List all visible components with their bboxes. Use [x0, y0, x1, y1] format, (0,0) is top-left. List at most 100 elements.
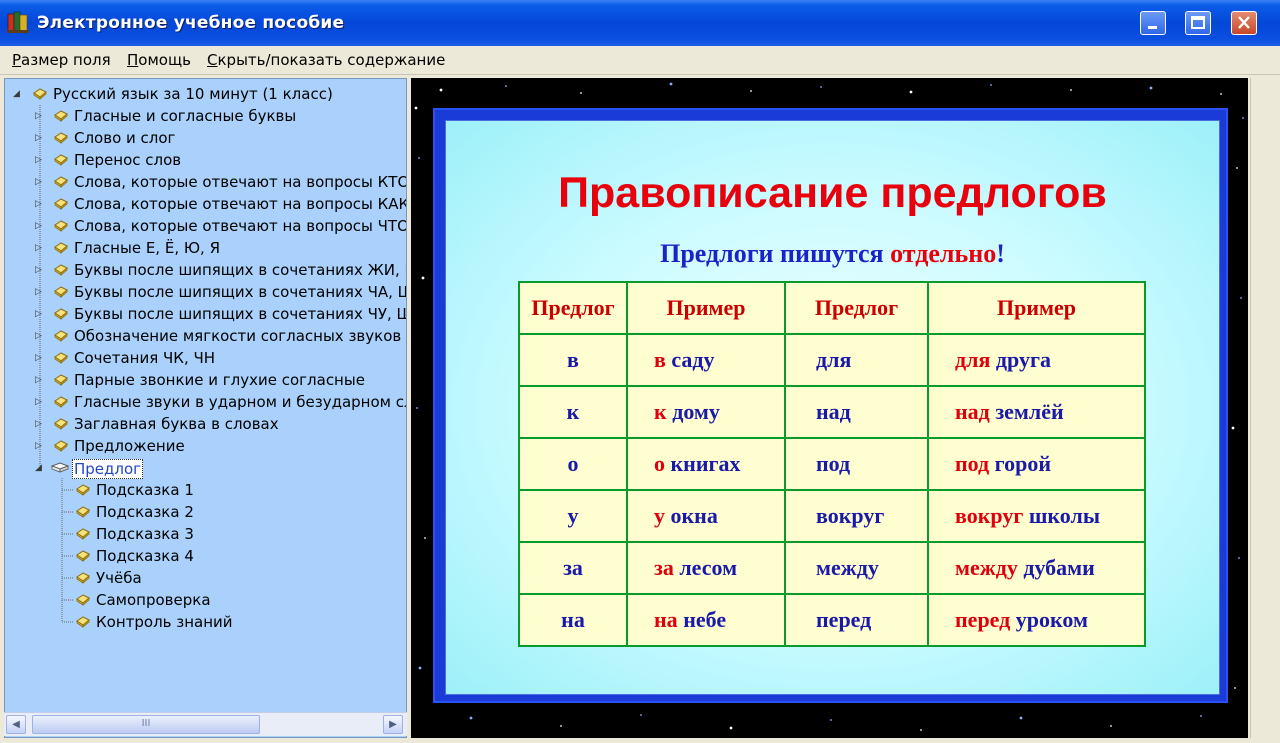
expand-arrow-icon[interactable]: ▷ — [35, 397, 45, 407]
tree-item-label: Самопроверка — [96, 591, 211, 609]
expand-arrow-icon[interactable]: ▷ — [35, 243, 45, 253]
tree-item[interactable]: ▷ Гласные и согласные буквы — [5, 106, 406, 128]
tree-child-item[interactable]: Подсказка 4 — [5, 546, 406, 568]
book-icon — [75, 571, 91, 585]
menu-help[interactable]: Помощь — [127, 51, 191, 69]
tree-child-item[interactable]: Учёба — [5, 568, 406, 590]
close-button[interactable] — [1231, 11, 1257, 35]
book-icon — [53, 373, 69, 387]
menu-toggle-contents[interactable]: Скрыть/показать содержание — [207, 51, 445, 69]
tree-item-label: Контроль знаний — [96, 613, 233, 631]
scroll-right-button[interactable]: ▶ — [383, 715, 403, 734]
tree-item[interactable]: ▷ Буквы после шипящих в сочетаниях ЧУ, ЩУ — [5, 304, 406, 326]
book-icon — [75, 483, 91, 497]
tree-item[interactable]: ▷ Буквы после шипящих в сочетаниях ЧА, ЩА — [5, 282, 406, 304]
expand-arrow-icon[interactable]: ▷ — [35, 353, 45, 363]
tree-item[interactable]: ▷ Обозначение мягкости согласных звуков н… — [5, 326, 406, 348]
star — [469, 716, 473, 720]
scroll-left-button[interactable]: ◀ — [6, 715, 26, 734]
header-example-2: Пример — [927, 281, 1146, 335]
tree-item[interactable]: ▷ Предложение — [5, 436, 406, 458]
example-cell: за лесом — [626, 541, 786, 595]
menu-help-mnemonic: П — [127, 51, 139, 69]
subtitle-start: Предлоги пишутся — [660, 239, 891, 268]
tree-child-item[interactable]: Подсказка 3 — [5, 524, 406, 546]
example-word: друга — [990, 347, 1051, 372]
expand-arrow-icon[interactable]: ▷ — [35, 111, 45, 121]
example-word: лесом — [673, 555, 738, 580]
tree-item[interactable]: ▷ Буквы после шипящих в сочетаниях ЖИ, ШИ — [5, 260, 406, 282]
expand-arrow-icon[interactable]: ▷ — [35, 375, 45, 385]
star — [669, 82, 673, 86]
collapse-arrow-icon[interactable]: ◢ — [13, 89, 23, 99]
tree-item-label: Гласные звуки в ударном и безударном сло… — [74, 393, 407, 411]
expand-arrow-icon[interactable]: ▷ — [35, 419, 45, 429]
menu-field-size-mnemonic: Р — [12, 51, 22, 69]
star — [1236, 167, 1238, 169]
expand-arrow-icon[interactable]: ▷ — [35, 177, 45, 187]
tree-child-item[interactable]: Самопроверка — [5, 590, 406, 612]
tree-item[interactable]: ▷ Слово и слог — [5, 128, 406, 150]
expand-arrow-icon[interactable]: ▷ — [35, 221, 45, 231]
example-cell: перед уроком — [927, 593, 1146, 647]
tree-item[interactable]: ▷ Слова, которые отвечают на вопросы КАКС — [5, 194, 406, 216]
tree-horizontal-scrollbar[interactable]: ◀ III ▶ — [4, 712, 407, 736]
preposition-cell: над — [784, 385, 929, 439]
table-row: уу окна вокруг вокруг школы — [518, 489, 1146, 543]
tree-item[interactable]: ▷ Слова, которые отвечают на вопросы КТО? — [5, 172, 407, 194]
star — [1240, 297, 1242, 299]
table-row: за за лесом между между дубами — [518, 541, 1146, 595]
tree-child-item[interactable]: Подсказка 1 — [5, 480, 406, 502]
example-preposition: вокруг — [955, 503, 1024, 528]
tree-item[interactable]: ▷ Сочетания ЧК, ЧН — [5, 348, 406, 370]
expand-arrow-icon[interactable]: ▷ — [35, 265, 45, 275]
star — [1070, 89, 1072, 91]
example-preposition: о — [654, 451, 665, 476]
tree-item-label: Слова, которые отвечают на вопросы КТО? — [74, 173, 407, 191]
preposition-cell: у — [518, 489, 628, 543]
example-cell: о книгах — [626, 437, 786, 491]
expand-arrow-icon[interactable]: ▷ — [35, 133, 45, 143]
star — [1242, 117, 1244, 119]
tree-item-selected[interactable]: ◢ Предлог — [5, 458, 406, 480]
tree-item[interactable]: ▷ Слова, которые отвечают на вопросы ЧТО … — [5, 216, 406, 238]
tree-item[interactable]: ▷ Перенос слов — [5, 150, 406, 172]
expand-arrow-icon[interactable]: ▷ — [35, 199, 45, 209]
star — [729, 726, 733, 730]
example-preposition: к — [654, 399, 667, 424]
tree-item[interactable]: ▷ Парные звонкие и глухие согласные — [5, 370, 406, 392]
star — [1019, 716, 1023, 720]
contents-tree[interactable]: ◢ Русский язык за 10 минут (1 класс) ▷ Глас… — [4, 78, 407, 738]
slide-card: Правописание предлогов Предлоги пишутся … — [445, 120, 1220, 695]
maximize-button[interactable] — [1185, 11, 1211, 35]
tree-child-item[interactable]: Контроль знаний — [5, 612, 406, 634]
expand-arrow-icon[interactable]: ▷ — [35, 287, 45, 297]
scroll-thumb[interactable]: III — [32, 715, 260, 734]
star — [1149, 86, 1153, 90]
tree-item[interactable]: ▷ Гласные звуки в ударном и безударном сл… — [5, 392, 407, 414]
minimize-button[interactable] — [1140, 11, 1166, 35]
expand-arrow-icon[interactable]: ▷ — [35, 155, 45, 165]
expand-arrow-icon[interactable]: ▷ — [35, 331, 45, 341]
star — [830, 719, 832, 721]
menu-field-size[interactable]: Размер поля — [12, 51, 111, 69]
collapse-arrow-icon[interactable]: ◢ — [35, 463, 45, 473]
tree-root-item[interactable]: ◢ Русский язык за 10 минут (1 класс) — [5, 84, 406, 106]
book-icon — [53, 197, 69, 211]
star — [416, 407, 418, 409]
expand-arrow-icon[interactable]: ▷ — [35, 309, 45, 319]
tree-item[interactable]: ▷ Гласные Е, Ё, Ю, Я — [5, 238, 406, 260]
tree-item-label: Подсказка 1 — [96, 481, 194, 499]
tree-item-label: Предложение — [74, 437, 185, 455]
star — [640, 714, 642, 716]
content-vertical-scrollbar[interactable] — [1250, 78, 1277, 738]
expand-arrow-icon[interactable]: ▷ — [35, 441, 45, 451]
example-word: землёй — [989, 399, 1064, 424]
title-bar[interactable]: Электронное учебное пособие — [0, 0, 1280, 46]
example-cell: на небе — [626, 593, 786, 647]
tree-child-item[interactable]: Подсказка 2 — [5, 502, 406, 524]
example-word: дубами — [1017, 555, 1095, 580]
lesson-content-panel: Правописание предлогов Предлоги пишутся … — [411, 78, 1248, 738]
preposition-cell: на — [518, 593, 628, 647]
tree-item[interactable]: ▷ Заглавная буква в словах — [5, 414, 406, 436]
